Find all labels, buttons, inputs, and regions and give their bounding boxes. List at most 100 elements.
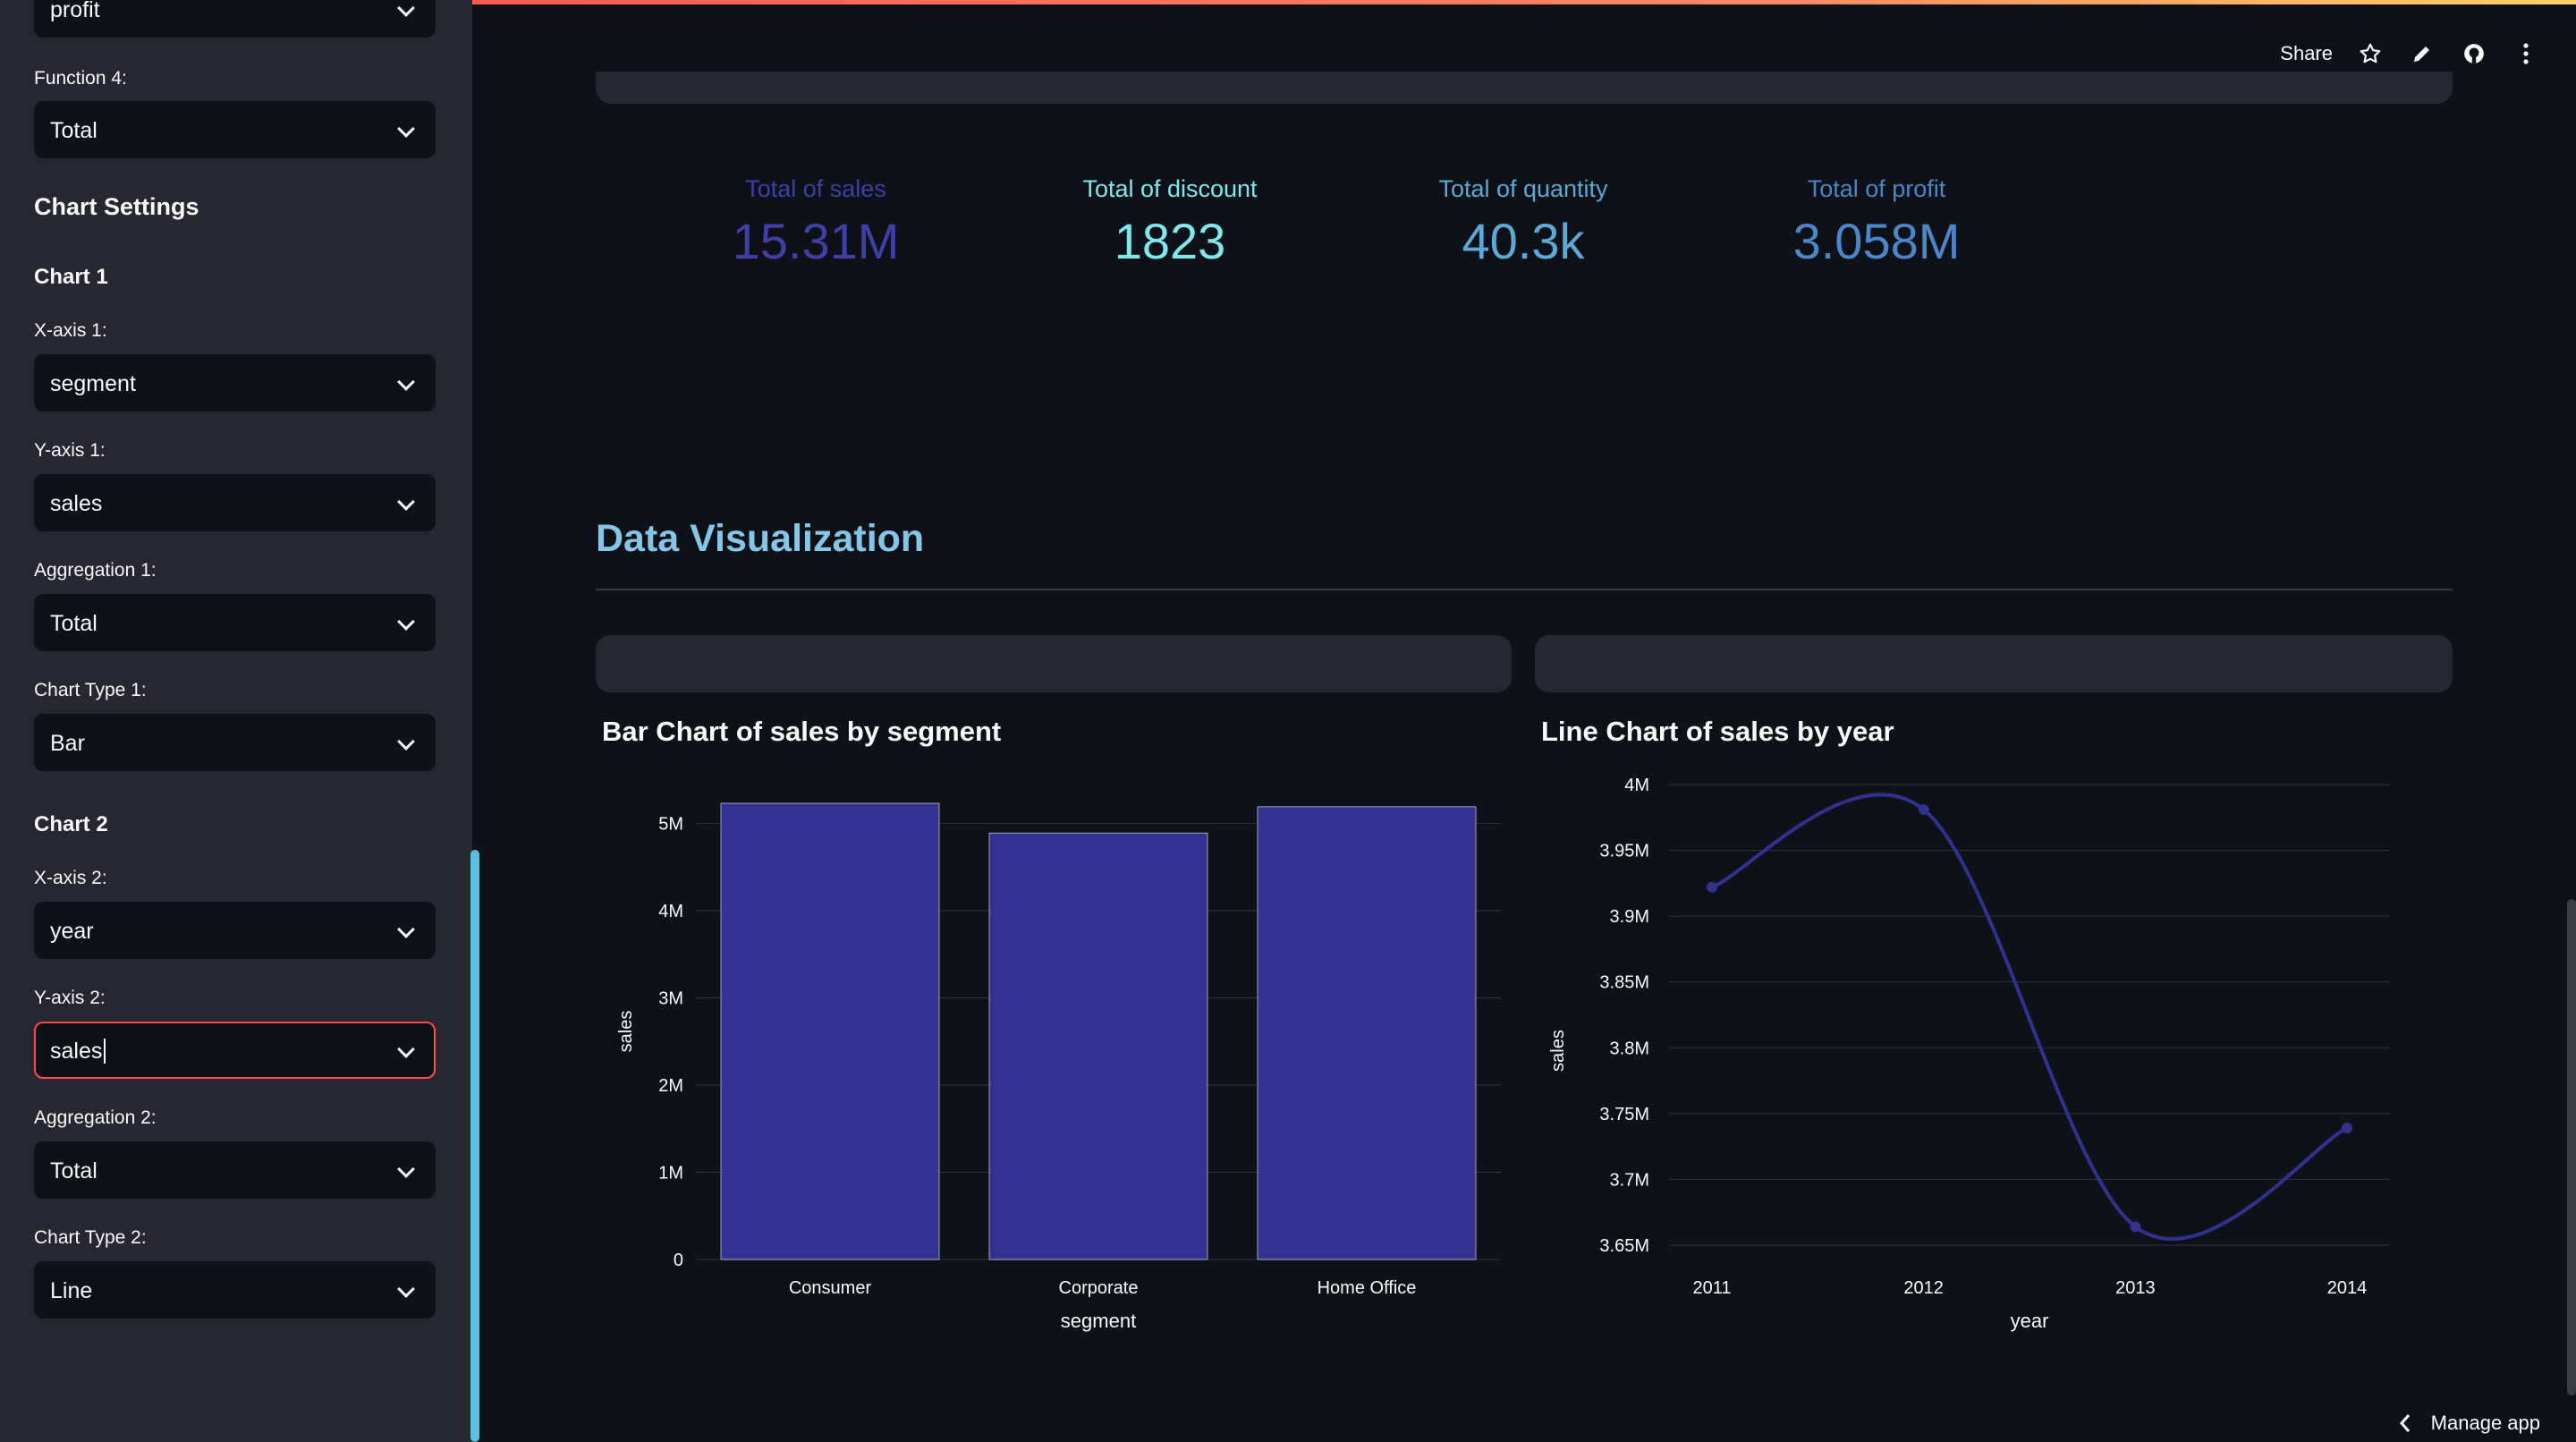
share-button[interactable]: Share [2280,42,2333,65]
select-value: year [50,919,94,944]
bar [988,832,1208,1260]
y-tick-label: 3.8M [1610,1039,1649,1058]
select-y-axis-1[interactable]: sales [34,474,436,531]
chart-1-placeholder-bar [596,635,1512,692]
chevron-down-icon [397,920,415,938]
select-value: Total [50,118,97,143]
select-aggregation-2[interactable]: Total [34,1141,436,1199]
y-tick-label: 4M [1624,776,1649,795]
select-chart-type-2[interactable]: Line [34,1261,436,1319]
y-tick-label: 1M [658,1163,683,1183]
chart-settings-heading: Chart Settings [34,193,199,220]
metric-total-quantity: Total of quantity 40.3k [1389,175,1657,270]
metric-total-profit: Total of profit 3.058M [1742,175,2011,270]
select-value: Total [50,611,97,636]
label-y-axis-2: Y-axis 2: [34,988,106,1008]
chart-2-heading: Chart 2 [34,812,108,836]
select-function-3[interactable]: profit [34,0,436,38]
bar [720,802,940,1260]
y-tick-label: 3.95M [1599,842,1649,861]
more-menu-icon[interactable] [2512,39,2540,68]
y-tick-label: 3.9M [1610,907,1649,927]
line-chart[interactable]: 3.65M 3.7M 3.75M 3.8M 3.85M 3.9M 3.95M 4M 2011 20… [1535,769,2453,1342]
x-tick-label: Home Office [1318,1278,1417,1298]
y-tick-label: 4M [658,902,683,921]
x-tick-label: Corporate [1059,1278,1139,1298]
x-axis-label: year [2011,1310,2049,1332]
bar-chart-title: Bar Chart of sales by segment [602,716,1002,747]
metric-value: 3.058M [1792,213,1961,269]
select-aggregation-1[interactable]: Total [34,594,436,651]
select-value: Bar [50,731,85,756]
main-scrollbar[interactable] [2567,899,2576,1395]
y-tick-label: 0 [674,1251,683,1270]
chevron-down-icon [397,613,415,631]
select-value: Total [50,1158,97,1183]
manage-app-button[interactable]: Manage app [2399,1412,2540,1435]
select-chart-type-1[interactable]: Bar [34,714,436,771]
series-line [1711,793,2348,1242]
select-value: sales [50,1039,106,1065]
star-icon[interactable] [2356,39,2385,68]
x-tick-label: Consumer [789,1278,872,1298]
select-input-text: sales [50,1039,103,1064]
metric-label: Total of profit [1807,175,1946,202]
chevron-down-icon [397,373,415,391]
metric-label: Total of quantity [1438,175,1608,202]
sidebar: profit Function 4: Total Chart Settings … [0,0,472,1442]
metric-total-discount: Total of discount 1823 [1036,175,1304,270]
bar [1257,806,1477,1260]
metric-label: Total of discount [1082,175,1258,202]
x-axis-label: segment [1061,1310,1136,1332]
chart-2-placeholder-bar [1535,635,2453,692]
bar-chart[interactable]: 0 1M 2M 3M 4M 5M Consumer Corporate Home Office s… [596,769,1512,1342]
data-point [2342,1123,2352,1134]
y-tick-label: 3.75M [1599,1105,1649,1124]
label-chart-type-2: Chart Type 2: [34,1227,147,1248]
edit-pencil-icon[interactable] [2408,39,2436,68]
metric-label: Total of sales [745,175,886,202]
chevron-down-icon [397,493,415,511]
metric-value: 1823 [1114,213,1226,269]
chevron-down-icon [397,733,415,751]
select-x-axis-1[interactable]: segment [34,354,436,411]
label-aggregation-2: Aggregation 2: [34,1107,157,1128]
header-toolbar: Share [2280,36,2540,72]
y-axis-label: sales [616,1011,636,1053]
chevron-down-icon [397,1280,415,1298]
select-x-axis-2[interactable]: year [34,902,436,959]
metric-value: 40.3k [1462,213,1585,269]
chevron-down-icon [397,1040,415,1058]
metric-total-sales: Total of sales 15.31M [682,175,950,270]
x-tick-label: 2012 [1903,1278,1944,1298]
y-tick-label: 5M [658,814,683,834]
y-tick-label: 3.85M [1599,973,1649,993]
chevron-down-icon [397,120,415,138]
manage-app-label: Manage app [2430,1412,2540,1434]
select-value: Line [50,1278,93,1303]
chevron-down-icon [397,0,415,17]
select-function-4[interactable]: Total [34,101,436,158]
top-placeholder-block [596,72,2453,104]
x-tick-label: 2013 [2115,1278,2156,1298]
section-title: Data Visualization [596,517,925,560]
chevron-down-icon [397,1160,415,1178]
sidebar-scrollbar[interactable] [470,850,479,1442]
github-icon[interactable] [2460,39,2488,68]
main-content: Share Total of sales 15.31M Total of dis… [479,0,2576,1442]
select-value: segment [50,371,136,396]
select-value: profit [50,0,100,22]
y-axis-label: sales [1548,1030,1568,1072]
select-y-axis-2[interactable]: sales [34,1022,436,1079]
chevron-left-icon [2399,1414,2410,1432]
data-point [1707,881,1717,893]
y-tick-label: 3M [658,988,683,1008]
y-tick-label: 3.7M [1610,1170,1649,1190]
label-chart-type-1: Chart Type 1: [34,680,147,700]
chart-1-heading: Chart 1 [34,265,108,289]
metric-value: 15.31M [732,213,900,269]
label-aggregation-1: Aggregation 1: [34,560,157,581]
label-x-axis-1: X-axis 1: [34,320,107,341]
label-x-axis-2: X-axis 2: [34,868,107,888]
label-function-4: Function 4: [34,68,127,89]
